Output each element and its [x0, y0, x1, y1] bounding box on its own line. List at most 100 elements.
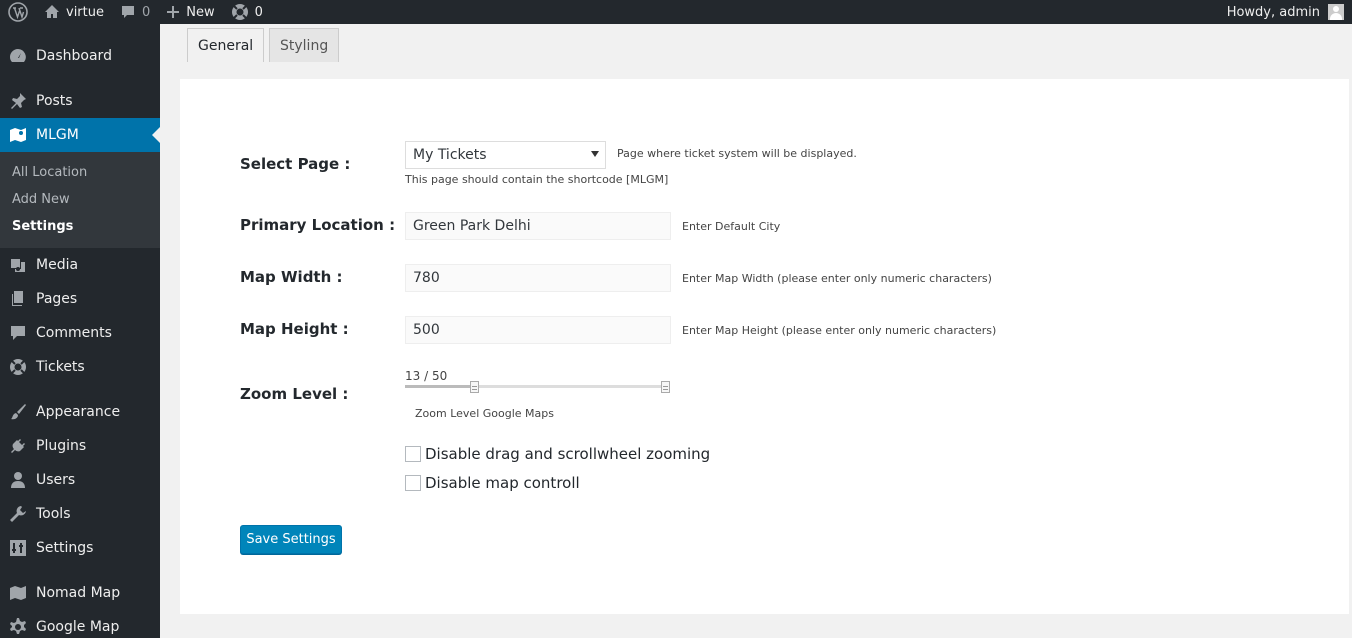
sidebar-item-plugins[interactable]: Plugins — [0, 429, 160, 463]
zoom-level-label: Zoom Level : — [240, 385, 349, 403]
zoom-slider-track[interactable] — [405, 385, 669, 388]
plug-icon — [11, 439, 25, 453]
pages-icon — [12, 291, 23, 306]
map-height-input[interactable]: 500 — [405, 316, 671, 344]
primary-location-input[interactable]: Green Park Delhi — [405, 212, 671, 240]
map-height-hint: Enter Map Height (please enter only nume… — [682, 324, 997, 337]
mlgm-submenu: All Location Add New Settings — [0, 152, 160, 248]
tab-styling[interactable]: Styling — [269, 28, 340, 62]
dashboard-icon — [10, 49, 26, 62]
tab-general[interactable]: General — [187, 28, 265, 62]
sidebar-item-tools[interactable]: Tools — [0, 497, 160, 531]
avatar — [1328, 4, 1344, 20]
select-page-dropdown[interactable]: My Tickets — [405, 141, 606, 169]
map-height-label: Map Height : — [240, 320, 349, 338]
sidebar-item-label: Tools — [36, 506, 71, 522]
sidebar-item-google-map[interactable]: Google Map — [0, 610, 160, 638]
pin-icon — [11, 93, 26, 109]
sidebar-item-label: Plugins — [36, 438, 87, 454]
disable-controll-option[interactable]: Disable map controll — [405, 474, 580, 492]
site-name-link[interactable]: virtue — [36, 0, 112, 24]
disable-drag-option[interactable]: Disable drag and scrollwheel zooming — [405, 445, 710, 463]
sidebar-item-label: Comments — [36, 325, 112, 341]
submenu-item-settings[interactable]: Settings — [12, 219, 73, 234]
disable-drag-checkbox[interactable] — [405, 446, 421, 462]
my-account-menu[interactable]: Howdy, admin — [1227, 4, 1352, 20]
sidebar-item-media[interactable]: Media — [0, 248, 160, 282]
zoom-value-text: 13 / 50 — [405, 369, 448, 383]
select-page-note: This page should contain the shortcode [… — [405, 173, 669, 186]
map-width-label: Map Width : — [240, 268, 343, 286]
tickets-count: 0 — [254, 4, 263, 20]
comment-icon — [11, 326, 25, 340]
lifebuoy-icon — [10, 359, 26, 375]
disable-controll-checkbox[interactable] — [405, 475, 421, 491]
admin-bar: virtue 0 New 0 Howdy, admin — [0, 0, 1352, 24]
sidebar-item-pages[interactable]: Pages — [0, 282, 160, 316]
sidebar-item-label: Nomad Map — [36, 585, 121, 601]
sidebar-item-label: Settings — [36, 540, 94, 556]
map-icon — [10, 586, 26, 600]
map-width-value: 780 — [413, 270, 440, 286]
sidebar-item-label: Tickets — [36, 359, 85, 375]
select-page-value: My Tickets — [413, 147, 487, 163]
select-page-hint: Page where ticket system will be display… — [617, 147, 857, 160]
sidebar-item-label: Posts — [36, 93, 73, 109]
new-content-button[interactable]: New — [158, 0, 222, 24]
admin-sidebar: Dashboard Posts MLGM All Location Add Ne… — [0, 24, 160, 638]
zoom-slider-max-handle[interactable] — [661, 381, 670, 393]
comments-link[interactable]: 0 — [112, 0, 158, 24]
brush-icon — [11, 404, 26, 420]
tickets-link[interactable]: 0 — [223, 0, 271, 24]
comments-count: 0 — [141, 4, 151, 20]
submenu-item-add-new[interactable]: Add New — [12, 192, 70, 207]
settings-panel: Select Page : My Tickets Page where tick… — [180, 79, 1349, 614]
user-icon — [11, 472, 25, 488]
primary-location-value: Green Park Delhi — [413, 218, 531, 234]
active-indicator — [152, 127, 160, 143]
sidebar-item-posts[interactable]: Posts — [0, 84, 160, 118]
site-name: virtue — [66, 4, 104, 20]
primary-location-hint: Enter Default City — [682, 220, 781, 233]
sidebar-item-appearance[interactable]: Appearance — [0, 395, 160, 429]
save-settings-button[interactable]: Save Settings — [240, 525, 342, 554]
plus-icon — [167, 6, 180, 18]
map-icon — [10, 128, 26, 142]
tab-label: General — [198, 37, 254, 54]
media-icon — [11, 259, 25, 272]
sidebar-item-comments[interactable]: Comments — [0, 316, 160, 350]
sidebar-item-nomad-map[interactable]: Nomad Map — [0, 576, 160, 610]
settings-icon — [10, 540, 26, 556]
sidebar-item-dashboard[interactable]: Dashboard — [0, 39, 160, 73]
lifebuoy-icon — [231, 4, 248, 20]
select-page-label: Select Page : — [240, 155, 351, 173]
sidebar-item-settings[interactable]: Settings — [0, 531, 160, 565]
sidebar-item-label: Google Map — [36, 619, 120, 635]
sidebar-item-label: MLGM — [36, 127, 79, 143]
zoom-level-hint: Zoom Level Google Maps — [415, 407, 554, 420]
map-height-value: 500 — [413, 322, 440, 338]
gear-icon — [10, 618, 26, 634]
wrench-icon — [10, 506, 26, 522]
wordpress-icon — [8, 2, 28, 22]
greeting: Howdy, admin — [1226, 4, 1320, 20]
chevron-down-icon — [591, 151, 599, 157]
new-label: New — [186, 4, 215, 20]
home-icon — [45, 5, 59, 18]
comment-icon — [121, 6, 134, 18]
sidebar-item-label: Dashboard — [36, 48, 112, 64]
sidebar-item-mlgm[interactable]: MLGM — [0, 118, 160, 152]
wordpress-logo-button[interactable] — [0, 0, 36, 24]
zoom-slider-fill — [405, 385, 474, 388]
map-width-input[interactable]: 780 — [405, 264, 671, 292]
disable-controll-label: Disable map controll — [425, 474, 580, 492]
sidebar-item-label: Appearance — [36, 404, 121, 420]
sidebar-item-tickets[interactable]: Tickets — [0, 350, 160, 384]
zoom-slider-handle[interactable] — [469, 381, 479, 393]
sidebar-item-label: Media — [36, 257, 79, 273]
submenu-item-all-location[interactable]: All Location — [12, 165, 87, 180]
primary-location-label: Primary Location : — [240, 216, 396, 234]
sidebar-item-users[interactable]: Users — [0, 463, 160, 497]
sidebar-item-label: Users — [36, 472, 76, 488]
disable-drag-label: Disable drag and scrollwheel zooming — [425, 445, 711, 463]
